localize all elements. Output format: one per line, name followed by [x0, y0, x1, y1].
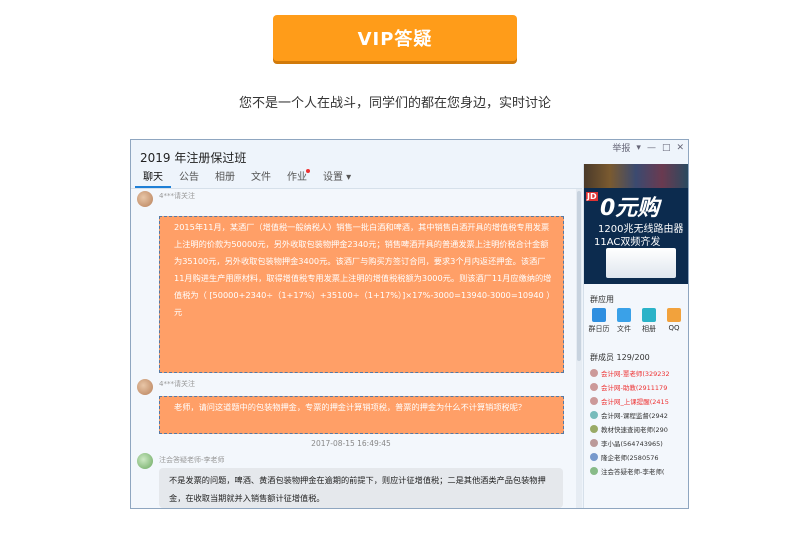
- member-item[interactable]: 教材快速查阅老师(290: [590, 424, 668, 434]
- apps-title: 群应用: [590, 295, 614, 304]
- member-name: 李小晶(564743965): [601, 440, 663, 448]
- ad-strip: [584, 164, 688, 188]
- tab-files[interactable]: 文件: [243, 170, 279, 186]
- tab-bar: 聊天 公告 相册 文件 作业 设置 ▾: [135, 169, 359, 188]
- app-qq[interactable]: QQ: [663, 308, 685, 334]
- member-item[interactable]: 李小晶(564743965): [590, 438, 663, 448]
- sender-name: 4***请关注: [159, 192, 195, 200]
- qq-icon: [667, 308, 681, 322]
- app-list: 群日历 文件 相册 QQ: [588, 308, 685, 334]
- avatar: [137, 453, 153, 469]
- file-icon: [617, 308, 631, 322]
- report-button[interactable]: 举报: [612, 141, 630, 154]
- minimize-button[interactable]: —: [647, 143, 656, 153]
- member-item[interactable]: 会计网-蕈老师(329232: [590, 368, 670, 378]
- close-button[interactable]: ✕: [676, 143, 684, 153]
- window-controls: 举报 ▾ — □ ✕: [612, 141, 684, 155]
- app-label: 文件: [617, 325, 631, 333]
- avatar: [137, 191, 153, 207]
- sender-name: 注会答疑老师-李老师: [159, 456, 225, 464]
- avatar: [590, 467, 598, 475]
- member-name: 会计网-蕈老师(329232: [601, 370, 670, 378]
- timestamp: 2017-08-15 16:49:45: [311, 439, 391, 448]
- window-title: 2019 年注册保过班: [140, 151, 247, 165]
- tagline: 您不是一个人在战斗，同学们的都在您身边，实时讨论: [238, 96, 551, 111]
- album-icon: [642, 308, 656, 322]
- members-title: 群成员 129/200: [590, 353, 650, 362]
- member-item[interactable]: 会计网-助教(2911179: [590, 382, 667, 392]
- avatar: [590, 369, 598, 377]
- message-bubble: 不是发票的问题，啤酒、黄酒包装物押金在逾期的前提下，则应计征增值税；二是其他酒类…: [159, 468, 563, 508]
- tab-settings[interactable]: 设置 ▾: [315, 170, 359, 186]
- vip-answer-button[interactable]: VIP答疑: [273, 15, 517, 61]
- ad-line2: 11AC双频齐发: [594, 237, 661, 248]
- app-label: 相册: [642, 325, 656, 333]
- member-item[interactable]: 会计网_上课提醒(2415: [590, 396, 669, 406]
- tab-homework-label: 作业: [287, 172, 307, 183]
- member-name: 会计网-助教(2911179: [601, 384, 668, 392]
- avatar: [590, 411, 598, 419]
- member-name: 会计网-课程监督(2942: [601, 412, 668, 420]
- message-bubble: 老师，请问这道题中的包装物押金，专票的押金计算销项税，普票的押金为什么不计算销项…: [159, 396, 564, 434]
- member-item[interactable]: 注会答疑老师-李老师(: [590, 466, 664, 476]
- ad-banner[interactable]: JD 0元购 1200兆无线路由器 11AC双频齐发: [584, 164, 688, 284]
- message-bubble: 2015年11月，某酒厂（增值税一般纳税人）销售一批白酒和啤酒，其中销售白酒开具…: [159, 216, 564, 373]
- app-label: QQ: [668, 324, 680, 332]
- ad-headline: 0元购: [600, 196, 660, 221]
- avatar: [590, 383, 598, 391]
- member-name: 会计网_上课提醒(2415: [601, 398, 669, 406]
- avatar: [590, 397, 598, 405]
- calendar-icon: [592, 308, 606, 322]
- member-name: 教材快速查阅老师(290: [601, 426, 668, 434]
- member-item[interactable]: 隆企老师(2580576: [590, 452, 658, 462]
- dropdown-icon[interactable]: ▾: [636, 143, 641, 153]
- tab-album[interactable]: 相册: [207, 170, 243, 186]
- group-sidebar: JD 0元购 1200兆无线路由器 11AC双频齐发 群应用 群日历 文件 相册…: [583, 164, 688, 508]
- maximize-button[interactable]: □: [662, 143, 671, 153]
- jd-logo: JD: [586, 192, 598, 201]
- avatar: [590, 439, 598, 447]
- sender-name: 4***请关注: [159, 380, 195, 388]
- notification-dot: [306, 169, 310, 173]
- chat-area: 4***请关注 2015年11月，某酒厂（增值税一般纳税人）销售一批白酒和啤酒，…: [131, 188, 582, 508]
- chat-scrollbar[interactable]: [576, 189, 582, 508]
- router-image: [606, 248, 676, 278]
- tab-announcement[interactable]: 公告: [171, 170, 207, 186]
- app-label: 群日历: [588, 325, 610, 333]
- scrollbar-thumb[interactable]: [577, 191, 581, 361]
- avatar: [137, 379, 153, 395]
- avatar: [590, 425, 598, 433]
- qq-group-window: 2019 年注册保过班 举报 ▾ — □ ✕ 聊天 公告 相册 文件 作业 设置…: [130, 139, 689, 509]
- tab-homework[interactable]: 作业: [279, 169, 315, 186]
- app-files[interactable]: 文件: [613, 308, 635, 334]
- tab-chat[interactable]: 聊天: [135, 170, 171, 188]
- member-name: 注会答疑老师-李老师(: [601, 468, 665, 476]
- member-name: 隆企老师(2580576: [601, 454, 659, 462]
- avatar: [590, 453, 598, 461]
- app-calendar[interactable]: 群日历: [588, 308, 610, 334]
- app-album[interactable]: 相册: [638, 308, 660, 334]
- member-item[interactable]: 会计网-课程监督(2942: [590, 410, 668, 420]
